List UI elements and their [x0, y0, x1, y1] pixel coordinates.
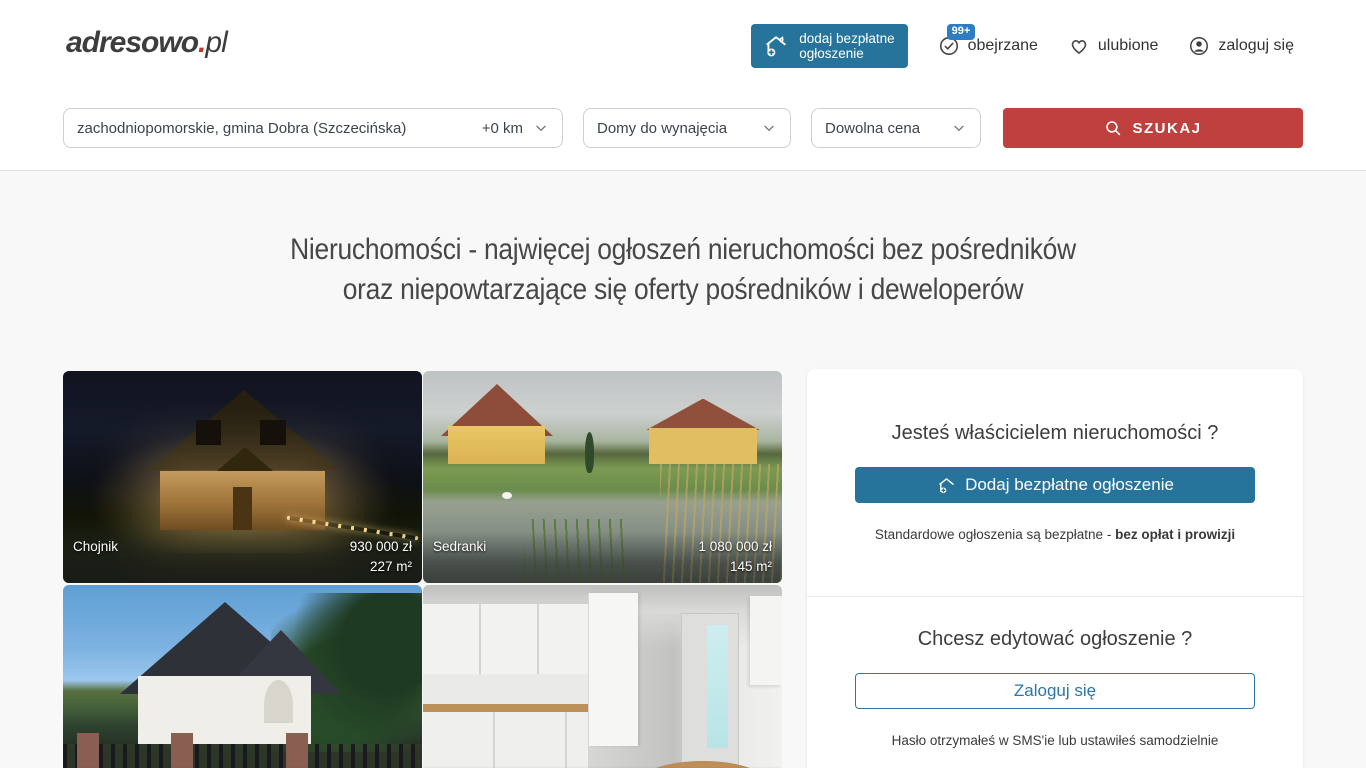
- site-logo[interactable]: adresowo.pl: [66, 26, 227, 60]
- listing-card[interactable]: Sedranki 1 080 000 zł 145 m²: [423, 371, 782, 583]
- owner-section: Jesteś właścicielem nieruchomości ? Doda…: [807, 369, 1303, 596]
- owner-note-bold: bez opłat i prowizji: [1115, 527, 1235, 542]
- search-submit-label: SZUKAJ: [1132, 120, 1201, 137]
- chevron-down-icon: [951, 120, 967, 136]
- chevron-down-icon: [761, 120, 777, 136]
- login-label: zaloguj się: [1218, 37, 1294, 55]
- favorites-link[interactable]: ulubione: [1068, 35, 1159, 57]
- add-listing-button[interactable]: dodaj bezpłatne ogłoszenie: [751, 24, 907, 68]
- page: adresowo.pl dodaj bezpłatne ogłoszenie: [0, 0, 1366, 768]
- search-submit-button[interactable]: SZUKAJ: [1003, 108, 1303, 148]
- page-title-line2: oraz niepowtarzające się oferty pośredni…: [82, 270, 1284, 310]
- listing-area: 227 m²: [73, 557, 412, 577]
- sidebar-add-listing-button[interactable]: Dodaj bezpłatne ogłoszenie: [855, 467, 1255, 503]
- house-plus-icon: [936, 475, 957, 496]
- property-photo: [63, 585, 422, 768]
- add-listing-label-line2: ogłoszenie: [799, 46, 864, 61]
- listing-name: Chojnik: [73, 537, 118, 557]
- viewed-link[interactable]: 99+ obejrzane: [938, 35, 1038, 57]
- listing-card[interactable]: Zagacie Podskale, ul. 1 055 000 zł: [63, 585, 422, 768]
- owner-heading: Jesteś właścicielem nieruchomości ?: [855, 421, 1255, 445]
- favorites-label: ulubione: [1098, 37, 1159, 55]
- search-bar: zachodniopomorskie, gmina Dobra (Szczeci…: [0, 108, 1366, 148]
- location-radius: +0 km: [482, 120, 523, 137]
- house-plus-icon: [762, 32, 790, 60]
- property-type-value: Domy do wynajęcia: [597, 120, 727, 137]
- location-select[interactable]: zachodniopomorskie, gmina Dobra (Szczeci…: [63, 108, 563, 148]
- price-select[interactable]: Dowolna cena: [811, 108, 981, 148]
- listing-price: 1 080 000 zł: [698, 537, 772, 557]
- listing-overlay: Chojnik 930 000 zł 227 m²: [63, 532, 422, 583]
- sidebar-add-listing-label: Dodaj bezpłatne ogłoszenie: [965, 475, 1174, 495]
- property-type-select[interactable]: Domy do wynajęcia: [583, 108, 791, 148]
- listing-name: Sedranki: [433, 537, 486, 557]
- add-listing-label-line1: dodaj bezpłatne: [799, 31, 894, 46]
- top-bar: adresowo.pl dodaj bezpłatne ogłoszenie: [0, 0, 1366, 87]
- edit-heading: Chcesz edytować ogłoszenie ?: [855, 627, 1255, 651]
- page-title: Nieruchomości - najwięcej ogłoszeń nieru…: [82, 230, 1284, 310]
- logo-name: adresowo: [66, 26, 198, 59]
- top-actions: dodaj bezpłatne ogłoszenie 99+ obejrzane: [751, 24, 1294, 68]
- listing-card[interactable]: Warszawa Wola, ul. 950 000 zł: [423, 585, 782, 768]
- location-value: zachodniopomorskie, gmina Dobra (Szczeci…: [77, 120, 474, 137]
- edit-section: Chcesz edytować ogłoszenie ? Zaloguj się…: [807, 597, 1303, 748]
- sidebar-login-button[interactable]: Zaloguj się: [855, 673, 1255, 709]
- owner-note-text: Standardowe ogłoszenia są bezpłatne -: [875, 527, 1115, 542]
- login-link[interactable]: zaloguj się: [1188, 35, 1294, 57]
- sidebar-panel: Jesteś właścicielem nieruchomości ? Doda…: [807, 369, 1303, 768]
- page-title-line1: Nieruchomości - najwięcej ogłoszeń nieru…: [82, 230, 1284, 270]
- price-value: Dowolna cena: [825, 120, 920, 137]
- owner-note: Standardowe ogłoszenia są bezpłatne - be…: [855, 527, 1255, 542]
- user-icon: [1188, 35, 1210, 57]
- listing-overlay: Sedranki 1 080 000 zł 145 m²: [423, 532, 782, 583]
- listing-area: 145 m²: [433, 557, 772, 577]
- viewed-label: obejrzane: [968, 37, 1038, 55]
- viewed-count-badge: 99+: [947, 24, 976, 40]
- property-photo: [423, 585, 782, 768]
- heart-icon: [1068, 35, 1090, 57]
- chevron-down-icon: [533, 120, 549, 136]
- listing-card[interactable]: Chojnik 930 000 zł 227 m²: [63, 371, 422, 583]
- search-icon: [1104, 119, 1123, 138]
- logo-tld: pl: [205, 26, 226, 59]
- edit-note: Hasło otrzymałeś w SMS'ie lub ustawiłeś …: [855, 733, 1255, 748]
- listing-price: 930 000 zł: [350, 537, 412, 557]
